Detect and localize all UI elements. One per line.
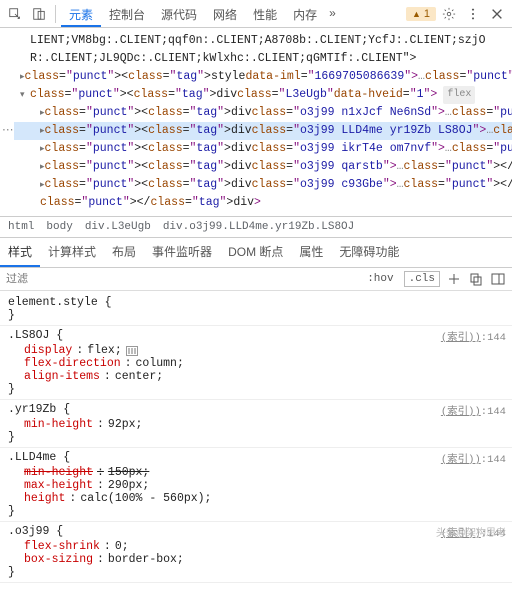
css-declaration[interactable]: height: calc(100% - 560px); [8,492,506,505]
stab-styles[interactable]: 样式 [0,238,40,267]
cls-toggle[interactable]: .cls [404,271,440,287]
tab-more[interactable]: » [325,0,340,27]
styles-tabs: 样式 计算样式 布局 事件监听器 DOM 断点 属性 无障碍功能 [0,237,512,268]
dom-node[interactable]: class="punct"><class="tag">div class="o3… [14,158,512,176]
copy-icon[interactable] [468,271,484,287]
plus-icon[interactable] [446,271,462,287]
dom-node[interactable]: class="punct"><class="tag">div class="L3… [14,86,512,104]
dom-node[interactable]: class="punct"><class="tag">div class="o3… [14,140,512,158]
watermark: 头条@架构思考 [436,524,506,539]
tab-network[interactable]: 网络 [205,0,245,27]
crumb[interactable]: div.L3eUgb [85,221,151,233]
dom-node[interactable]: class="punct"><class="tag">div class="o3… [14,104,512,122]
styles-pane[interactable]: element.style {}.LS8OJ {(索引)):144display… [0,291,512,585]
stab-dombreak[interactable]: DOM 断点 [220,238,291,267]
dom-node[interactable]: class="punct"></class="tag">div> [14,194,512,212]
layout-hint: flex [443,86,475,104]
stab-a11y[interactable]: 无障碍功能 [331,238,407,267]
selector[interactable]: .LS8OJ { [8,329,63,344]
css-rule[interactable]: .LLD4me { (索引)):144min-height: 150px;max-… [0,448,512,522]
css-declaration[interactable]: display: flex; [8,344,506,357]
dom-node[interactable]: class="punct"><class="tag">style data-im… [14,68,512,86]
css-rule[interactable]: .LS8OJ { (索引)):144display: flex; flex-dir… [0,326,512,400]
crumb[interactable]: body [46,221,72,233]
css-declaration[interactable]: align-items: center; [8,370,506,383]
css-declaration[interactable]: min-height: 92px; [8,418,506,431]
dom-node[interactable]: class="punct"><class="tag">div class="o3… [14,122,512,140]
dom-node[interactable]: class="punct"><class="tag">div class="o3… [14,176,512,194]
tab-performance[interactable]: 性能 [245,0,285,27]
kebab-icon[interactable] [462,3,484,25]
source-link[interactable]: (索引)):144 [441,403,506,418]
hov-toggle[interactable]: :hov [363,272,397,286]
gear-icon[interactable] [438,3,460,25]
stab-props[interactable]: 属性 [291,238,331,267]
styles-filter-bar: :hov .cls [0,268,512,291]
device-toggle-icon[interactable] [28,3,50,25]
dom-tree[interactable]: LIENT;VM8bg:.CLIENT;qqf0n:.CLIENT;A8708b… [0,28,512,216]
stab-listeners[interactable]: 事件监听器 [144,238,220,267]
selector[interactable]: .yr19Zb { [8,403,70,418]
devtools-toolbar: 元素 控制台 源代码 网络 性能 内存 » 1 [0,0,512,28]
close-icon[interactable] [486,3,508,25]
tab-memory[interactable]: 内存 [285,0,325,27]
css-rule[interactable]: .yr19Zb {(索引)):144min-height: 92px;} [0,400,512,448]
warnings-badge[interactable]: 1 [406,7,436,21]
selector[interactable]: .LLD4me { [8,451,70,466]
sidebar-toggle-icon[interactable] [490,271,506,287]
dom-text-node[interactable]: LIENT;VM8bg:.CLIENT;qqf0n:.CLIENT;A8708b… [14,32,512,68]
inspect-icon[interactable] [4,3,26,25]
crumb[interactable]: div.o3j99.LLD4me.yr19Zb.LS8OJ [163,221,354,233]
expand-arrow-icon[interactable] [20,86,30,104]
crumb[interactable]: html [8,221,34,233]
selector[interactable]: element.style { [8,296,112,309]
source-link[interactable]: (索引)):144 [441,451,506,466]
breadcrumb: html body div.L3eUgb div.o3j99.LLD4me.yr… [0,216,512,237]
tab-sources[interactable]: 源代码 [153,0,205,27]
tab-elements[interactable]: 元素 [61,0,101,27]
stab-layout[interactable]: 布局 [104,238,144,267]
css-declaration[interactable]: min-height: 150px; [8,466,506,479]
selector[interactable]: .o3j99 { [8,525,63,540]
filter-input[interactable] [6,273,357,285]
css-declaration[interactable]: max-height: 290px; [8,479,506,492]
css-declaration[interactable]: box-sizing: border-box; [8,553,506,566]
panel-tabs: 元素 控制台 源代码 网络 性能 内存 » [61,0,400,27]
css-declaration[interactable]: flex-direction: column; [8,357,506,370]
source-link[interactable]: (索引)):144 [441,329,506,344]
css-rule[interactable]: element.style {} [0,293,512,326]
flex-editor-icon[interactable] [126,346,138,356]
tab-console[interactable]: 控制台 [101,0,153,27]
divider [55,5,56,23]
stab-computed[interactable]: 计算样式 [40,238,104,267]
css-declaration[interactable]: flex-shrink: 0; [8,540,506,553]
